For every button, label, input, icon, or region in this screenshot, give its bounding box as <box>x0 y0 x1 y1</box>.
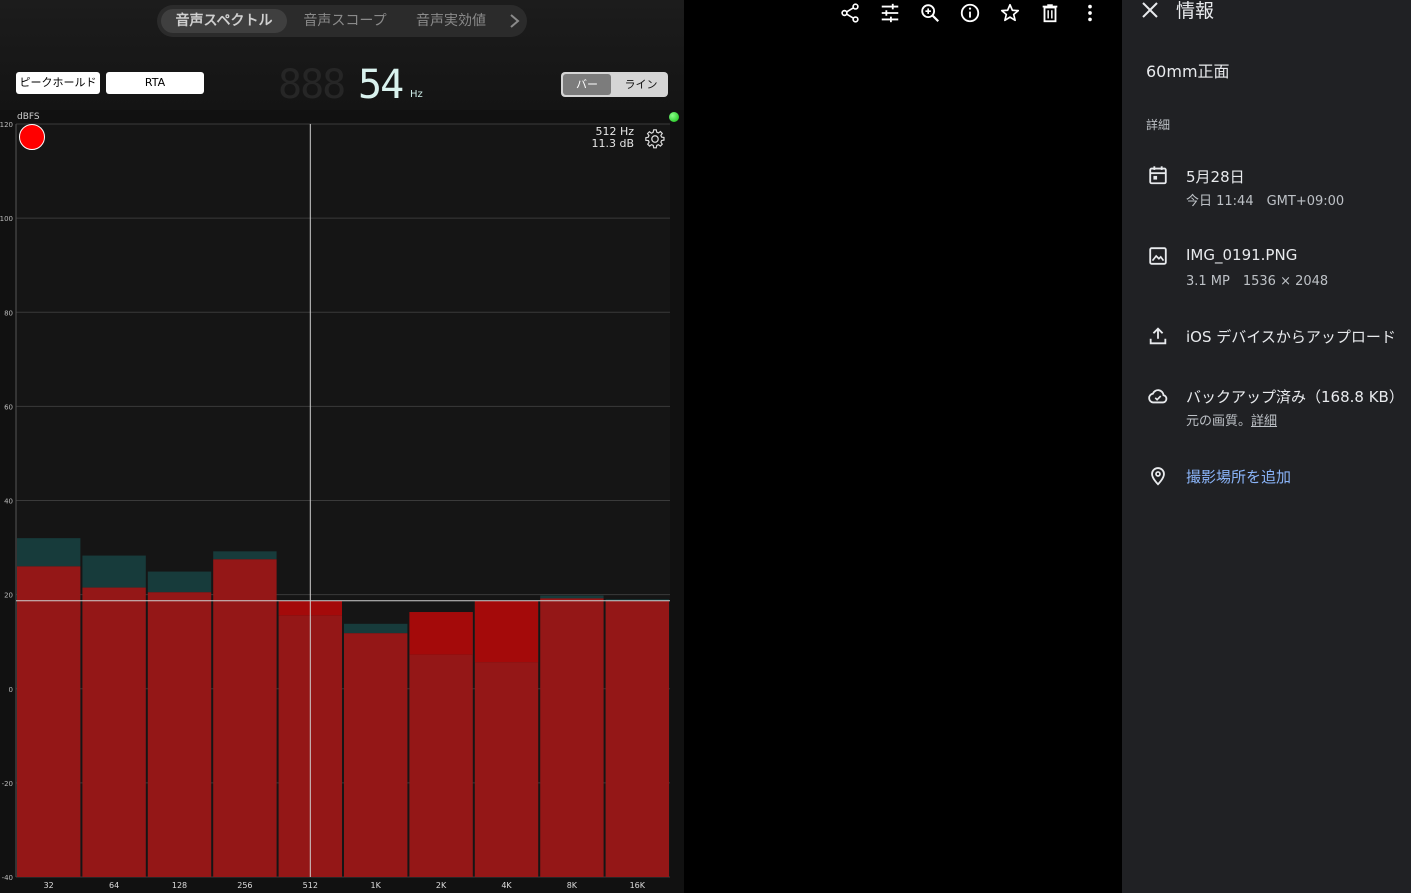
level-bar <box>540 598 604 877</box>
y-tick-label: 60 <box>4 403 13 411</box>
y-tick-label: 20 <box>4 592 13 600</box>
x-tick-label: 32 <box>44 881 54 890</box>
file-dimensions: 3.1 MP 1536 × 2048 <box>1186 274 1329 289</box>
cursor-readout: 512 Hz 11.3 dB <box>560 126 634 150</box>
share-icon[interactable] <box>839 2 861 24</box>
close-icon[interactable] <box>1140 0 1160 20</box>
frequency-ghost-digits: 888 <box>278 64 344 104</box>
location-pin-icon <box>1151 467 1165 486</box>
x-tick-label: 2K <box>436 881 447 890</box>
y-tick-label: 0 <box>9 686 13 694</box>
level-bar <box>82 587 146 877</box>
y-tick-label: -20 <box>2 780 13 788</box>
cursor-level: 11.3 dB <box>591 137 634 150</box>
x-tick-label: 16K <box>630 881 646 890</box>
backup-status: バックアップ済み（168.8 KB） <box>1186 388 1404 406</box>
overlap-bar <box>474 600 539 663</box>
image-icon <box>1149 247 1167 265</box>
x-tick-label: 64 <box>109 881 119 890</box>
frequency-value: 54 <box>358 64 403 104</box>
level-bar <box>213 559 277 877</box>
spectrum-app: 音声スペクトル 音声スコープ 音声実効値 ピークホールド RTA 888 54 … <box>0 0 684 893</box>
zoom-in-icon[interactable] <box>919 2 941 24</box>
details-heading: 詳細 <box>1146 118 1171 132</box>
x-tick-label: 512 <box>303 881 318 890</box>
level-bar <box>474 662 539 877</box>
level-bar <box>409 654 473 877</box>
backup-details-link[interactable]: 詳細 <box>1251 414 1277 429</box>
level-bar <box>17 566 81 877</box>
frequency-unit: Hz <box>410 89 423 100</box>
x-tick-label: 4K <box>501 881 512 890</box>
level-bar <box>344 633 408 877</box>
peak-hold-bar <box>344 623 408 634</box>
peak-hold-bar <box>213 551 277 560</box>
y-axis-label: dBFS <box>17 112 40 122</box>
tab-audio-spectrum[interactable]: 音声スペクトル <box>161 9 287 33</box>
record-button[interactable] <box>19 124 45 150</box>
file-name: IMG_0191.PNG <box>1186 246 1298 264</box>
x-tick-label: 128 <box>172 881 187 890</box>
peak-hold-button[interactable]: ピークホールド <box>16 72 100 94</box>
rta-button[interactable]: RTA <box>106 72 204 94</box>
more-vert-icon[interactable] <box>1079 2 1101 24</box>
peak-hold-bar <box>540 595 604 599</box>
view-bar-button[interactable]: バー <box>563 74 611 95</box>
add-location-link[interactable]: 撮影場所を追加 <box>1186 466 1291 487</box>
frequency-display: 888 54 Hz <box>278 62 438 108</box>
chevron-right-icon[interactable] <box>505 9 525 33</box>
level-bar <box>147 592 212 877</box>
status-indicator <box>669 112 679 122</box>
view-line-button[interactable]: ライン <box>615 72 667 97</box>
x-tick-label: 8K <box>567 881 578 890</box>
tune-icon[interactable] <box>879 2 901 24</box>
gear-icon[interactable] <box>644 128 666 150</box>
tab-audio-scope[interactable]: 音声スコープ <box>291 9 399 33</box>
star-icon[interactable] <box>999 2 1021 24</box>
date-value[interactable]: 5月28日 <box>1186 166 1245 187</box>
y-tick-label: 80 <box>4 309 13 317</box>
photo-description[interactable]: 60mm正面 <box>1146 58 1230 82</box>
calendar-icon <box>1149 166 1167 185</box>
upload-source: iOS デバイスからアップロード <box>1186 328 1396 346</box>
y-tick-label: 100 <box>0 215 13 223</box>
level-bar <box>605 600 669 877</box>
trash-icon[interactable] <box>1039 2 1061 24</box>
cloud-done-icon <box>1148 389 1168 404</box>
backup-quality: 元の画質。詳細 <box>1186 410 1277 429</box>
peak-hold-bar <box>147 571 212 593</box>
time-value: 今日 11:44 GMT+09:00 <box>1186 194 1345 209</box>
overlap-bar <box>409 612 473 655</box>
y-tick-label: 40 <box>4 498 13 506</box>
view-toggle: バー ライン <box>561 72 668 97</box>
x-tick-label: 256 <box>237 881 252 890</box>
panel-title: 情報 <box>1176 0 1215 22</box>
tab-audio-rms[interactable]: 音声実効値 <box>403 9 499 33</box>
peak-hold-bar <box>82 555 146 588</box>
mode-tabs: 音声スペクトル 音声スコープ 音声実効値 <box>157 5 527 37</box>
upload-icon <box>1149 327 1167 345</box>
peak-hold-bar <box>17 538 81 567</box>
x-tick-label: 1K <box>371 881 382 890</box>
info-panel <box>1122 0 1411 893</box>
info-icon[interactable] <box>959 2 981 24</box>
y-tick-label: 120 <box>0 121 13 129</box>
spectrum-chart[interactable]: 120 100 80 60 40 20 0 -20 -40 32 64 128 256 512 1K 2K 4K… <box>0 110 684 893</box>
y-tick-label: -40 <box>2 874 13 882</box>
backup-quality-text: 元の画質。 <box>1186 414 1252 429</box>
